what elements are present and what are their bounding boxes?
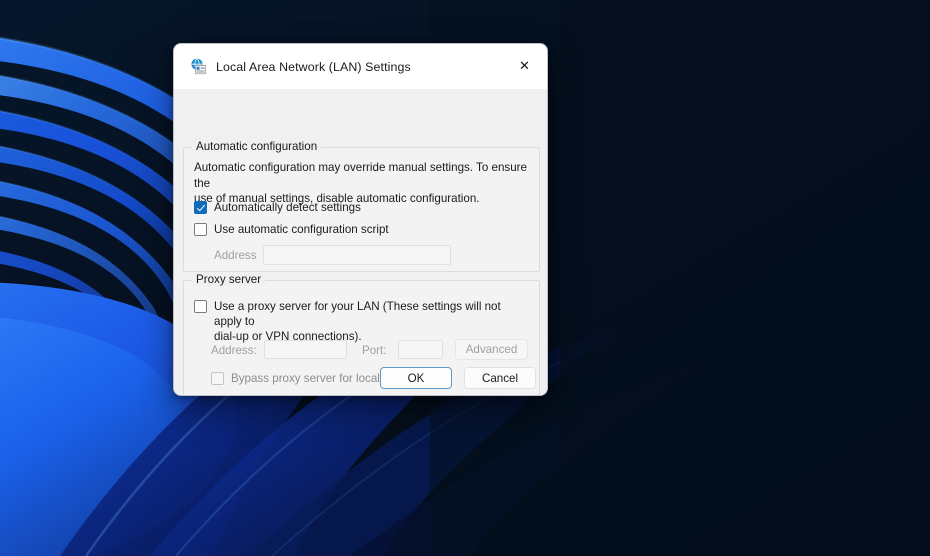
dialog-title: Local Area Network (LAN) Settings	[216, 59, 411, 74]
use-configuration-script-row[interactable]: Use automatic configuration script	[194, 222, 389, 237]
proxy-port-input[interactable]	[398, 340, 443, 359]
use-proxy-server-row[interactable]: Use a proxy server for your LAN (These s…	[194, 299, 529, 344]
advanced-button[interactable]: Advanced	[455, 339, 528, 360]
use-configuration-script-checkbox[interactable]	[194, 223, 207, 236]
bypass-proxy-checkbox[interactable]	[211, 372, 224, 385]
dialog-titlebar: Local Area Network (LAN) Settings ✕	[174, 44, 547, 89]
desktop: Local Area Network (LAN) Settings ✕ Auto…	[0, 0, 930, 556]
close-icon[interactable]: ✕	[502, 44, 547, 89]
auto-detect-settings-row[interactable]: Automatically detect settings	[194, 200, 361, 215]
proxy-address-label: Address:	[211, 344, 257, 357]
cancel-button-label: Cancel	[481, 371, 519, 385]
proxy-port-label: Port:	[362, 344, 387, 357]
use-proxy-server-label: Use a proxy server for your LAN (These s…	[214, 300, 501, 343]
ok-button[interactable]: OK	[380, 367, 452, 389]
use-configuration-script-label: Use automatic configuration script	[214, 223, 389, 236]
automatic-configuration-group: Automatic configuration Automatic config…	[183, 140, 540, 272]
lan-settings-icon	[190, 58, 207, 75]
dialog-body: Automatic configuration Automatic config…	[174, 89, 547, 395]
proxy-server-group-label: Proxy server	[192, 273, 266, 286]
use-proxy-server-checkbox[interactable]	[194, 300, 207, 313]
proxy-address-input[interactable]	[264, 340, 347, 359]
automatic-configuration-group-label: Automatic configuration	[192, 140, 322, 153]
auto-detect-settings-label: Automatically detect settings	[214, 201, 361, 214]
ok-button-label: OK	[407, 371, 425, 385]
cancel-button[interactable]: Cancel	[464, 367, 536, 389]
script-address-input[interactable]	[263, 245, 451, 265]
advanced-button-label: Advanced	[465, 343, 518, 356]
auto-detect-settings-checkbox[interactable]	[194, 201, 207, 214]
script-address-label: Address	[214, 249, 257, 262]
lan-settings-dialog: Local Area Network (LAN) Settings ✕ Auto…	[173, 43, 548, 396]
